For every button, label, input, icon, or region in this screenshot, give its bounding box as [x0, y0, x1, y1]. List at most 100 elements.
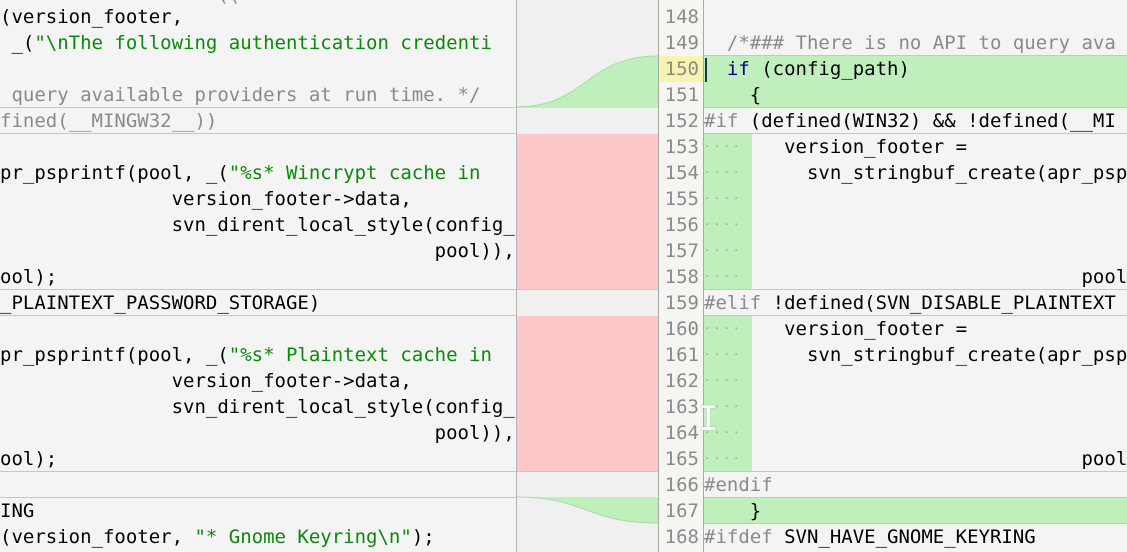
code-line: #if (defined(WIN32) && !defined(__MI [704, 108, 1127, 134]
line-number: 155 [664, 188, 699, 210]
code-text: version_footer->data, [0, 188, 412, 210]
code-line: _("\nThe following authentication creden… [0, 30, 516, 56]
line-number: 165 [664, 448, 699, 470]
code-fragment: ); [411, 526, 435, 548]
code-line: version_footer->data, [0, 368, 516, 394]
line-number: 151 [664, 84, 699, 106]
line-number: 157 [664, 240, 699, 262]
string-literal: "%s* Wincrypt cache in [228, 162, 492, 184]
line-number: 166 [664, 474, 699, 496]
preproc-directive: #endif [704, 474, 773, 496]
code-line: ···· pool); [704, 264, 1127, 290]
code-text: pool); [749, 266, 1127, 288]
code-line: ···· [704, 186, 1127, 212]
string-literal: "\nThe following authentication credenti [34, 32, 492, 54]
string-literal: "%s* Plaintext cache in [228, 344, 492, 366]
line-number: 163 [664, 396, 699, 418]
code-text: svn_stringbuf_create(apr_psp [749, 162, 1127, 184]
deleted-block-boundary [704, 315, 1127, 316]
code-text: ool); [0, 448, 58, 470]
line-number: 148 [664, 6, 699, 28]
diff-connector-svg [517, 55, 658, 524]
code-line: ···· pool); [704, 446, 1127, 472]
code-text: } [704, 500, 762, 522]
code-line: } [704, 498, 1127, 524]
added-connector-top [517, 56, 658, 108]
string-literal: "* Gnome Keyring\n" [194, 526, 412, 548]
added-block-boundary [704, 497, 1127, 498]
deleted-block-boundary [0, 315, 516, 316]
code-line: (version_footer, "* Gnome Keyring\n"); [0, 524, 516, 550]
deleted-connector-1 [517, 134, 658, 289]
code-line: pr_psprintf(pool, _("%s* Wincrypt cache … [0, 160, 516, 186]
code-line: ···· svn_stringbuf_create(apr_psp [704, 342, 1127, 368]
code-line: ···· [704, 238, 1127, 264]
added-block-boundary [704, 55, 1127, 56]
code-line: _PLAINTEXT_PASSWORD_STORAGE) [0, 290, 516, 316]
preproc-directive: #ifdef [704, 526, 773, 548]
added-block-boundary [704, 523, 1127, 524]
code-line: version_footer->data, [0, 186, 516, 212]
code-line: ING [0, 498, 516, 524]
line-number: 149 [664, 32, 699, 54]
code-line: #ifdef SVN_HAVE_GNOME_KEYRING [704, 524, 1127, 550]
code-line: /*### There is no API to query ava [704, 30, 1127, 56]
line-number: 158 [664, 266, 699, 288]
preproc-directive: #elif [704, 292, 762, 314]
line-number: 154 [664, 162, 699, 184]
code-line: (version_footer, [0, 4, 516, 30]
left-diff-pane[interactable]: (( (version_footer, _("\nThe following a… [0, 0, 516, 552]
code-text: if (config_path) [726, 58, 910, 80]
line-number: 159 [664, 292, 699, 314]
deleted-block-boundary [0, 133, 516, 134]
line-number: 160 [664, 318, 699, 340]
code-text: #ifdef SVN_HAVE_GNOME_KEYRING [704, 526, 1036, 548]
code-line: ool); [0, 446, 516, 472]
code-fragment: (version_footer, [0, 526, 195, 548]
text-cursor-ibeam-icon: I [698, 399, 719, 439]
code-fragment: _( [0, 32, 35, 54]
deleted-block-boundary [704, 133, 1127, 134]
code-text: ool); [0, 266, 58, 288]
code-line: ···· [704, 368, 1127, 394]
code-line: pr_psprintf(pool, _("%s* Plaintext cache… [0, 342, 516, 368]
comment-text: query available providers at run time. *… [0, 84, 481, 106]
code-line: ···· version_footer = [704, 316, 1127, 342]
code-text: pr_psprintf(pool, _("%s* Plaintext cache… [0, 342, 492, 368]
code-text: pool)), [0, 422, 515, 444]
line-number: 161 [664, 344, 699, 366]
code-line: svn_dirent_local_style(config_p [0, 212, 516, 238]
code-text: (version_footer, [0, 6, 184, 28]
code-line: pool)), [0, 420, 516, 446]
code-text: pr_psprintf(pool, _("%s* Wincrypt cache … [0, 160, 492, 186]
line-number: 156 [664, 214, 699, 236]
code-text: version_footer = [749, 136, 968, 158]
code-line: ···· [704, 394, 1127, 420]
right-diff-pane[interactable]: /*### There is no API to query ava if (c… [704, 0, 1127, 552]
deleted-block-boundary [0, 471, 516, 472]
code-text: pool); [749, 448, 1127, 470]
code-text: svn_dirent_local_style(config_p [0, 396, 516, 418]
line-number: 167 [664, 500, 699, 522]
code-text: ING [0, 500, 35, 522]
code-line: { [704, 82, 1127, 108]
code-text: /*### There is no API to query ava [704, 32, 1116, 54]
code-text: #endif [704, 472, 773, 498]
deleted-connector-2 [517, 316, 658, 471]
code-line: #endif [704, 472, 1127, 498]
line-number: 150 [659, 56, 703, 82]
diff-connector-gutter [516, 0, 658, 552]
code-line: query available providers at run time. *… [0, 82, 516, 108]
code-text: #elif !defined(SVN_DISABLE_PLAINTEXT [704, 292, 1116, 314]
code-fragment: pr_psprintf(pool, _( [0, 344, 229, 366]
code-text: _("\nThe following authentication creden… [0, 30, 492, 56]
code-line: if (config_path) [704, 56, 1127, 82]
line-number: 164 [664, 422, 699, 444]
code-line: ···· version_footer = [704, 134, 1127, 160]
code-line: ool); [0, 264, 516, 290]
code-line: #elif !defined(SVN_DISABLE_PLAINTEXT [704, 290, 1127, 316]
